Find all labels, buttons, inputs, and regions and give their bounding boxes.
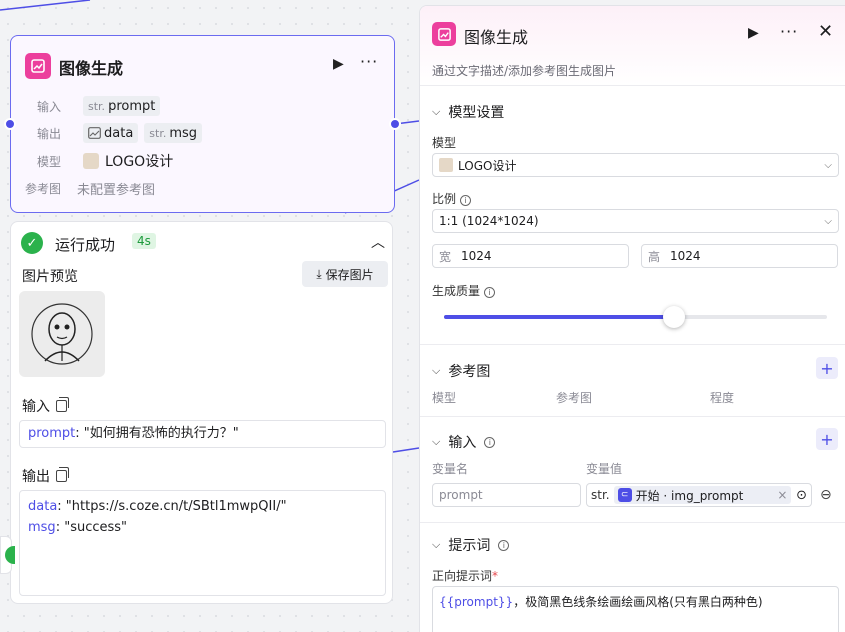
width-input[interactable]: 宽 1024 (432, 244, 629, 268)
result-input-box: prompt: "如何拥有恐怖的执行力？" (19, 420, 386, 448)
run-status: 运行成功 (55, 236, 116, 254)
copy-icon[interactable] (56, 467, 69, 482)
variable-reference-chip[interactable]: ⊂ 开始 · img_prompt × (613, 486, 792, 504)
section-input[interactable]: ⌵ 输入 i (432, 432, 496, 452)
image-icon (432, 22, 456, 46)
image-generation-node[interactable]: 图像生成 ▶ ··· 输入 str. prompt 输出 data str. msg… (10, 35, 395, 213)
model-select[interactable]: LOGO设计 ⌵ (432, 153, 839, 177)
image-icon (88, 127, 101, 139)
run-result-panel: ✓ 运行成功 4s ︿ 图片预览 ⤓ 保存图片 输入 prompt: "如何拥有… (10, 221, 393, 604)
info-icon[interactable]: i (460, 195, 472, 206)
image-preview[interactable] (19, 291, 105, 377)
node-output-row: 输出 data str. msg (37, 123, 203, 143)
result-output-label: 输出 (22, 466, 69, 486)
collapsed-node-edge (0, 536, 15, 574)
divider (420, 416, 845, 417)
positive-prompt-label: 正向提示词* (432, 569, 499, 583)
var-name-input[interactable]: prompt (432, 483, 581, 507)
model-label: 模型 (432, 136, 457, 150)
node-ref-row: 参考图 未配置参考图 (25, 179, 155, 198)
ref-col-model: 模型 (432, 391, 457, 405)
add-input-button[interactable]: + (816, 428, 838, 450)
remove-row-icon[interactable]: ⊖ (820, 487, 832, 503)
param-tag: str. prompt (83, 96, 161, 116)
info-icon[interactable]: i (484, 436, 496, 448)
var-value-input[interactable]: str. ⊂ 开始 · img_prompt × ⊙ (586, 483, 812, 507)
panel-description: 通过文字描述/添加参考图生成图片 (432, 64, 617, 78)
success-icon: ✓ (21, 232, 43, 254)
start-node-icon: ⊂ (617, 488, 632, 502)
input-port[interactable] (4, 118, 16, 130)
divider (420, 344, 845, 345)
var-value-header: 变量值 (586, 462, 623, 476)
output-port[interactable] (389, 118, 401, 130)
model-label: 模型 (37, 154, 62, 169)
model-value: LOGO设计 (105, 154, 174, 170)
divider (420, 522, 845, 523)
ref-label: 参考图 (25, 182, 62, 196)
node-input-row: 输入 str. prompt (37, 96, 161, 116)
add-reference-button[interactable]: + (816, 357, 838, 379)
ref-value: 未配置参考图 (77, 183, 156, 198)
ref-col-strength: 程度 (710, 391, 735, 405)
save-image-button[interactable]: ⤓ 保存图片 (302, 261, 388, 287)
info-icon[interactable]: i (498, 539, 510, 551)
download-icon: ⤓ (316, 266, 322, 281)
preview-label: 图片预览 (22, 269, 78, 285)
node-title: 图像生成 (59, 59, 124, 78)
param-tag: str. msg (144, 123, 203, 143)
result-input-label: 输入 (22, 396, 69, 416)
quality-label: 生成质量 i (432, 282, 496, 299)
copy-icon[interactable] (56, 397, 69, 412)
close-icon[interactable]: ✕ (818, 21, 833, 42)
section-reference-image[interactable]: ⌵ 参考图 (432, 361, 490, 381)
input-label: 输入 (37, 99, 62, 114)
quality-slider-fill (444, 315, 674, 319)
section-model-settings[interactable]: ⌵ 模型设置 (432, 102, 504, 122)
ratio-select[interactable]: 1:1 (1024*1024) ⌵ (432, 209, 839, 233)
play-icon[interactable]: ▶ (333, 56, 344, 72)
var-name-header: 变量名 (432, 462, 469, 476)
node-config-panel: 图像生成 ▶ ··· ✕ 通过文字描述/添加参考图生成图片 ⌵ 模型设置 模型 … (419, 5, 845, 632)
variable-picker-icon[interactable]: ⊙ (796, 488, 807, 503)
model-icon (83, 153, 99, 169)
logo-thumbnail (31, 303, 93, 365)
clear-icon[interactable]: × (777, 488, 787, 502)
param-tag: data (83, 123, 139, 143)
chevron-up-icon[interactable]: ︿ (371, 232, 385, 252)
play-icon[interactable]: ▶ (748, 25, 759, 41)
ratio-label: 比例 i (432, 190, 472, 207)
result-output-box: data: "https://s.coze.cn/t/SBtl1mwpQII/"… (19, 490, 386, 596)
section-prompt[interactable]: ⌵ 提示词 i (432, 535, 510, 555)
image-icon (25, 53, 51, 79)
more-icon[interactable]: ··· (360, 52, 378, 71)
info-icon[interactable]: i (484, 287, 496, 298)
ref-col-image: 参考图 (556, 391, 593, 405)
chevron-down-icon: ⌵ (432, 435, 441, 448)
output-label: 输出 (37, 126, 62, 141)
more-icon[interactable]: ··· (780, 22, 798, 41)
chevron-down-icon: ⌵ (824, 159, 832, 171)
quality-slider-handle[interactable] (662, 306, 685, 328)
quality-slider-track[interactable] (444, 306, 827, 328)
model-icon (439, 158, 453, 172)
run-time-badge: 4s (132, 233, 156, 249)
chevron-down-icon: ⌵ (432, 105, 441, 118)
positive-prompt-input[interactable]: {{prompt}}，极简黑色线条绘画绘画风格(只有黑白两种色) (432, 586, 839, 632)
chevron-down-icon: ⌵ (824, 215, 832, 227)
chevron-down-icon: ⌵ (432, 538, 441, 551)
panel-title: 图像生成 (464, 28, 529, 47)
chevron-down-icon: ⌵ (432, 364, 441, 377)
height-input[interactable]: 高 1024 (641, 244, 838, 268)
node-model-row: 模型 LOGO设计 (37, 151, 173, 171)
